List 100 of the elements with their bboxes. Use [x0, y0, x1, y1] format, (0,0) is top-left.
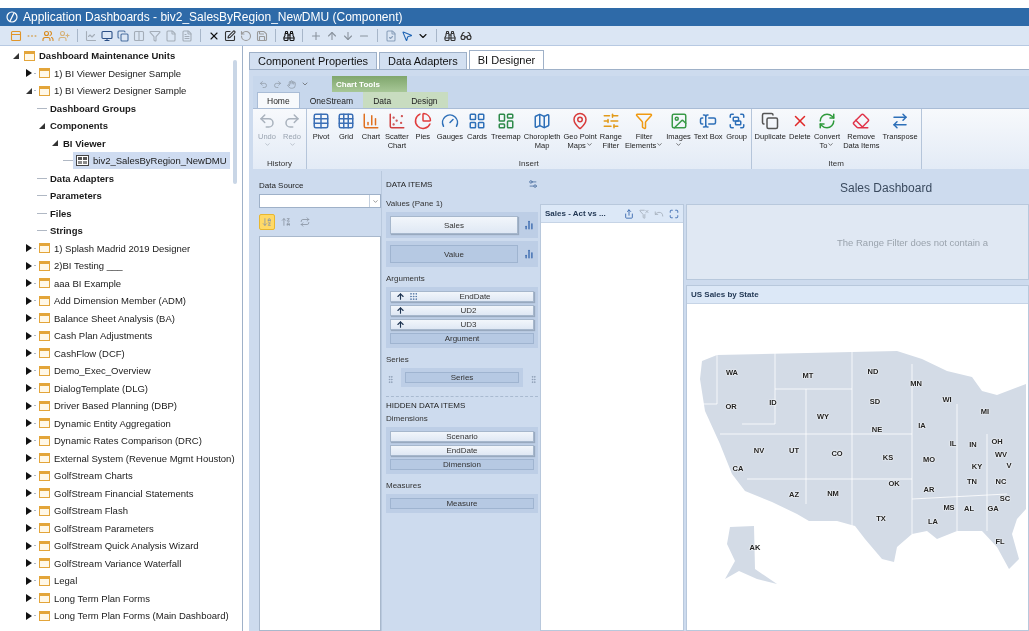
drag-handle-icon[interactable]: [529, 374, 538, 384]
tree-item[interactable]: Dynamic Entity Aggregation: [36, 414, 174, 432]
collapse-arrow-icon[interactable]: [11, 51, 20, 60]
expand-arrow-icon[interactable]: [24, 594, 33, 603]
bar-chart-icon[interactable]: [524, 220, 534, 230]
ribbon-group-label: Insert: [517, 159, 540, 169]
maximize-icon[interactable]: [669, 208, 679, 219]
tree-item[interactable]: Driver Based Planning (DBP): [36, 397, 181, 415]
expand-arrow-icon[interactable]: [24, 454, 33, 463]
calendar-icon: [39, 558, 50, 569]
chart-settings-icon[interactable]: [528, 179, 538, 189]
bar-chart-icon[interactable]: [524, 249, 534, 259]
tab[interactable]: Data Adapters: [379, 52, 467, 69]
tree-item[interactable]: Long Term Plan Forms: [36, 589, 153, 607]
expand-arrow-icon[interactable]: [24, 419, 33, 428]
expand-arrow-icon[interactable]: [24, 401, 33, 410]
tree-item[interactable]: Demo_Exec_Overview: [36, 362, 154, 380]
tree-item[interactable]: External System (Revenue Mgmt Houston): [36, 449, 238, 467]
tree-item[interactable]: GolfStream Variance Waterfall: [36, 554, 185, 572]
tree-item[interactable]: Dashboard Groups: [47, 99, 140, 117]
binoculars-icon[interactable]: [444, 29, 456, 42]
expand-arrow-icon[interactable]: [24, 261, 33, 270]
tree-item[interactable]: Balance Sheet Analysis (BA): [36, 309, 178, 327]
data-item-button[interactable]: EndDate: [390, 445, 534, 456]
tree-item[interactable]: aaa BI Example: [36, 274, 125, 292]
expand-arrow-icon[interactable]: [24, 506, 33, 515]
expand-arrow-icon[interactable]: [24, 349, 33, 358]
expand-arrow-icon[interactable]: [24, 279, 33, 288]
tree-item[interactable]: Dynamic Rates Comparison (DRC): [36, 432, 205, 450]
file-check-icon[interactable]: [385, 29, 397, 42]
expand-arrow-icon[interactable]: [24, 576, 33, 585]
expand-arrow-icon[interactable]: [24, 471, 33, 480]
drag-handle-icon[interactable]: [386, 374, 395, 384]
monitor-icon[interactable]: [101, 29, 113, 42]
tree-item[interactable]: GolfStream Flash: [36, 502, 131, 520]
expand-arrow-icon[interactable]: [24, 69, 33, 78]
expand-arrow-icon[interactable]: [24, 436, 33, 445]
data-item-button[interactable]: UD2: [390, 305, 534, 316]
expand-arrow-icon[interactable]: [24, 524, 33, 533]
section-heading: DATA ITEMS: [386, 179, 433, 189]
data-item-button[interactable]: UD3: [390, 319, 534, 330]
expand-arrow-icon[interactable]: [24, 559, 33, 568]
expand-arrow-icon[interactable]: [24, 296, 33, 305]
tree-item[interactable]: Parameters: [47, 187, 105, 205]
data-item-button[interactable]: Sales: [390, 216, 518, 234]
tree-item[interactable]: Data Adapters: [47, 169, 118, 187]
data-item-button[interactable]: Scenario: [390, 431, 534, 442]
tree-item[interactable]: DialogTemplate (DLG): [36, 379, 151, 397]
expand-arrow-icon[interactable]: [24, 384, 33, 393]
tree-item[interactable]: 1) BI Viewer Designer Sample: [36, 64, 185, 82]
tree-item[interactable]: biv2_SalesByRegion_NewDMU: [73, 152, 230, 170]
edit-icon[interactable]: [224, 29, 236, 42]
tree-item[interactable]: GolfStream Parameters: [36, 519, 157, 537]
expand-arrow-icon[interactable]: [24, 331, 33, 340]
tree-item[interactable]: GolfStream Financial Statements: [36, 484, 197, 502]
tree-item[interactable]: 1) BI Viewer2 Designer Sample: [36, 82, 190, 100]
collapse-arrow-icon[interactable]: [37, 121, 46, 130]
tree-item[interactable]: 1) Splash Madrid 2019 Designer: [36, 239, 194, 257]
expand-arrow-icon[interactable]: [24, 314, 33, 323]
collapse-arrow-icon[interactable]: [50, 139, 59, 148]
tree-item[interactable]: Add Dimension Member (ADM): [36, 292, 189, 310]
tree-item[interactable]: BI Viewer: [60, 134, 109, 152]
tree-item[interactable]: Long Term Plan Forms (Main Dashboard): [36, 607, 232, 625]
ribbon-tab[interactable]: Design: [401, 92, 448, 108]
data-item-button[interactable]: Measure: [390, 498, 534, 509]
tree-item[interactable]: Files: [47, 204, 75, 222]
tree-item[interactable]: GolfStream Quick Analysis Wizard: [36, 537, 202, 555]
tree-item[interactable]: Cash Plan Adjustments: [36, 327, 156, 345]
expand-arrow-icon[interactable]: [24, 366, 33, 375]
expand-arrow-icon[interactable]: [24, 244, 33, 253]
export-icon[interactable]: [624, 208, 634, 219]
data-item-button[interactable]: Series: [405, 372, 519, 383]
copy-icon[interactable]: [117, 29, 129, 42]
tree-item[interactable]: Dashboard Maintenance Units: [21, 47, 179, 65]
data-item-button[interactable]: Dimension: [390, 459, 534, 470]
tree-item[interactable]: Components: [47, 117, 112, 135]
expand-arrow-icon[interactable]: [24, 611, 33, 620]
ribbon-tab[interactable]: Data: [363, 92, 402, 108]
tab[interactable]: Component Properties: [249, 52, 378, 69]
tree-item[interactable]: Strings: [47, 222, 86, 240]
calendar-icon: [39, 313, 50, 324]
ribbon-tab[interactable]: OneStream: [299, 92, 364, 108]
ribbon-tab[interactable]: Home: [257, 92, 300, 108]
tree-item[interactable]: Legal: [36, 572, 81, 590]
tab[interactable]: BI Designer: [468, 50, 545, 69]
data-item-button[interactable]: Argument: [390, 333, 534, 344]
collapse-arrow-icon[interactable]: [24, 86, 33, 95]
expand-arrow-icon[interactable]: [24, 489, 33, 498]
calendar-icon: [39, 243, 50, 254]
expand-arrow-icon[interactable]: [24, 541, 33, 550]
tree-item[interactable]: GolfStream Charts: [36, 467, 136, 485]
binoculars-icon[interactable]: [283, 29, 295, 42]
pointer-icon[interactable]: [401, 29, 413, 42]
filter-icon: [635, 112, 654, 130]
data-item-button[interactable]: EndDate: [390, 291, 534, 302]
data-item-button[interactable]: Value: [390, 245, 518, 263]
tree-item[interactable]: CashFlow (DCF): [36, 344, 128, 362]
tree-item[interactable]: 2)BI Testing ___: [36, 257, 126, 275]
pivot-table-icon: [312, 112, 330, 130]
glasses-icon[interactable]: [460, 29, 472, 42]
